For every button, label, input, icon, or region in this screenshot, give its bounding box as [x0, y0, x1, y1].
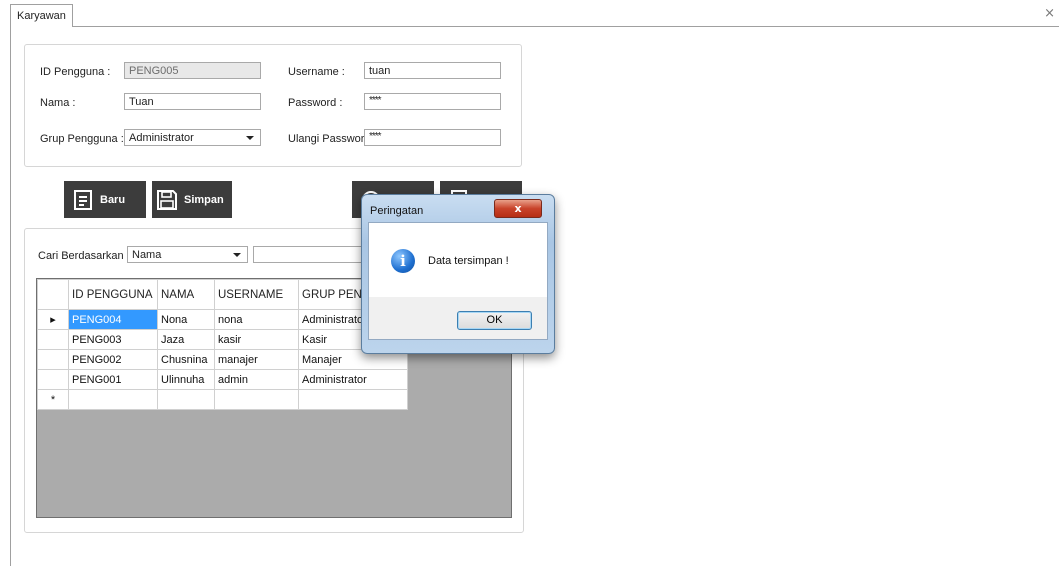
nama-field[interactable]: Tuan [124, 93, 261, 110]
search-field-value: Nama [132, 249, 162, 261]
username-label: Username : [288, 66, 345, 78]
nama-label: Nama : [40, 97, 76, 109]
table-cell[interactable]: Ulinnuha [157, 369, 215, 390]
dialog-title: Peringatan [370, 205, 424, 217]
username-field[interactable]: tuan [364, 62, 501, 79]
table-cell[interactable]: PENG004 [68, 309, 158, 330]
table-cell[interactable]: PENG001 [68, 369, 158, 390]
simpan-label: Simpan [184, 193, 224, 206]
baru-button[interactable]: Baru [64, 181, 146, 218]
tab-karyawan[interactable]: Karyawan [10, 4, 73, 27]
grup-pengguna-label: Grup Pengguna : [40, 133, 124, 145]
dialog-close-button[interactable]: x [494, 199, 542, 218]
table-row[interactable]: PENG003 Jaza kasir Kasir [37, 329, 409, 350]
table-cell[interactable]: Nona [157, 309, 215, 330]
current-row-indicator: ▸ [37, 309, 69, 330]
id-pengguna-label: ID Pengguna : [40, 66, 111, 78]
table-row[interactable]: PENG002 Chusnina manajer Manajer [37, 349, 409, 370]
row-header[interactable] [37, 349, 69, 370]
grup-pengguna-value: Administrator [129, 132, 194, 144]
chevron-down-icon [233, 253, 241, 257]
column-header[interactable]: USERNAME [214, 279, 299, 310]
search-field-select[interactable]: Nama [127, 246, 248, 263]
row-header[interactable] [37, 369, 69, 390]
table-row[interactable]: ▸ PENG004 Nona nona Administrator [37, 309, 409, 330]
table-cell[interactable]: Chusnina [157, 349, 215, 370]
table-row[interactable]: PENG001 Ulinnuha admin Administrator [37, 369, 409, 390]
password-label: Password : [288, 97, 343, 109]
search-label: Cari Berdasarkan : [38, 250, 130, 262]
table-cell[interactable]: PENG002 [68, 349, 158, 370]
baru-label: Baru [100, 193, 126, 206]
users-table: ID PENGGUNA NAMA USERNAME GRUP PENGGUNA … [37, 279, 409, 410]
document-icon [74, 189, 92, 210]
row-header-corner [37, 279, 69, 310]
table-cell[interactable]: manajer [214, 349, 299, 370]
save-icon [157, 189, 177, 210]
table-cell[interactable]: admin [214, 369, 299, 390]
table-cell[interactable] [214, 389, 299, 410]
table-cell[interactable] [68, 389, 158, 410]
table-header-row: ID PENGGUNA NAMA USERNAME GRUP PENGGUNA [37, 279, 409, 310]
message-dialog: Peringatan x i Data tersimpan ! OK [361, 194, 555, 354]
table-cell[interactable] [297, 389, 409, 410]
row-header[interactable] [37, 329, 69, 350]
table-cell[interactable]: PENG003 [68, 329, 158, 350]
table-cell[interactable]: nona [214, 309, 299, 330]
password-field[interactable]: **** [364, 93, 501, 110]
new-row-indicator: * [37, 389, 69, 410]
table-cell[interactable]: kasir [214, 329, 299, 350]
chevron-down-icon [246, 136, 254, 140]
info-icon: i [391, 249, 415, 273]
ulangi-password-field[interactable]: **** [364, 129, 501, 146]
dialog-message: Data tersimpan ! [428, 255, 509, 267]
id-pengguna-field: PENG005 [124, 62, 261, 79]
column-header[interactable]: NAMA [157, 279, 215, 310]
close-tab-icon[interactable]: × [1044, 6, 1055, 21]
grup-pengguna-select[interactable]: Administrator [124, 129, 261, 146]
content-border [10, 26, 11, 566]
ok-button[interactable]: OK [457, 311, 532, 330]
table-cell[interactable] [157, 389, 215, 410]
tab-strip-line [10, 26, 1059, 27]
table-cell[interactable]: Administrator [297, 369, 409, 390]
table-cell[interactable]: Jaza [157, 329, 215, 350]
simpan-button[interactable]: Simpan [152, 181, 232, 218]
column-header[interactable]: ID PENGGUNA [68, 279, 158, 310]
new-row[interactable]: * [37, 389, 409, 410]
